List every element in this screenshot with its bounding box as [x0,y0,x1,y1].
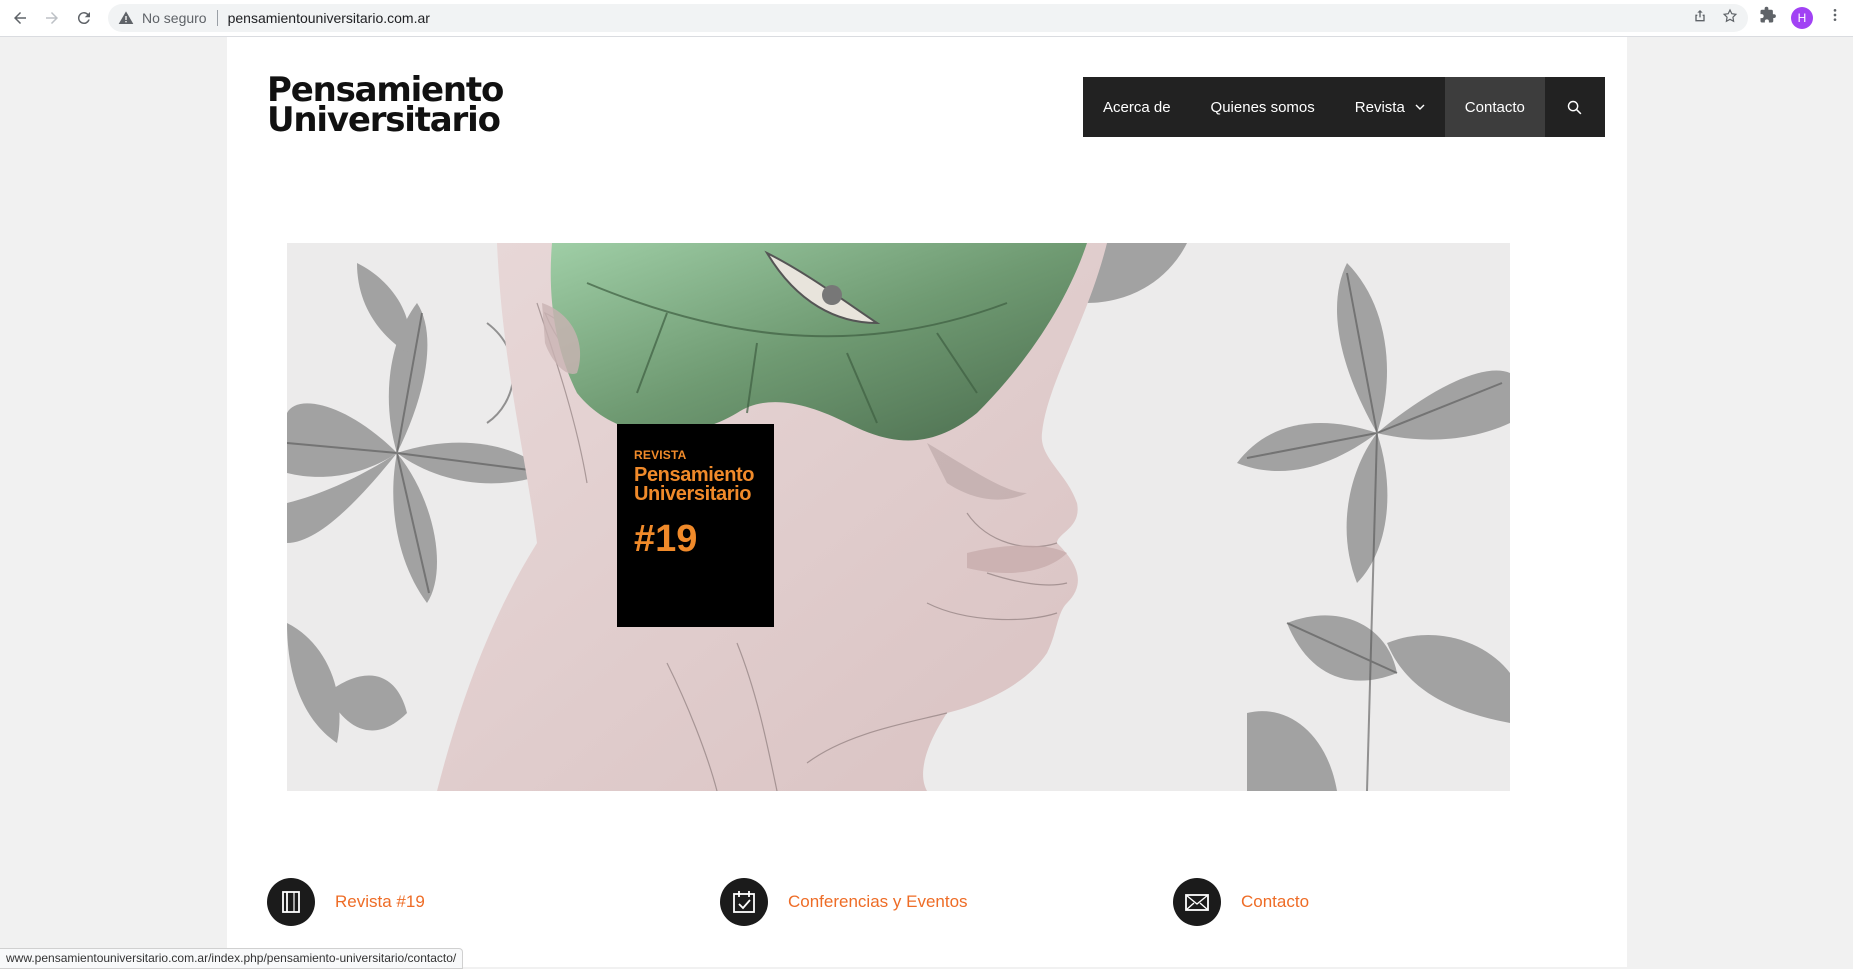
chevron-down-icon [1415,104,1425,110]
browser-toolbar: No seguro pensamientouniversitario.com.a… [0,0,1853,37]
hero-image[interactable]: REVISTA Pensamiento Universitario #19 [287,243,1510,791]
magazine-cover[interactable]: REVISTA Pensamiento Universitario #19 [617,424,774,627]
nav-item-quienes-somos[interactable]: Quienes somos [1191,77,1335,137]
browser-menu-icon[interactable] [1827,6,1843,29]
status-url-bar: www.pensamientouniversitario.com.ar/inde… [0,948,464,969]
nav-search-button[interactable] [1545,77,1605,137]
search-icon [1568,100,1582,114]
nav-item-label: Contacto [1464,98,1525,116]
nav-item-contacto[interactable]: Contacto [1444,77,1545,137]
book-icon[interactable] [267,878,315,926]
omnibox-divider [216,10,218,26]
feature-label[interactable]: Conferencias y Eventos [788,892,968,912]
feature-revista[interactable]: Revista #19 [267,878,425,926]
calendar-check-icon[interactable] [720,878,768,926]
feature-label[interactable]: Contacto [1241,892,1309,912]
extensions-icon[interactable] [1759,6,1777,29]
profile-avatar[interactable]: H [1791,6,1813,29]
nav-item-label: Revista [1354,98,1405,116]
feature-links: Revista #19 Conferencias y Eventos Conta… [267,878,1587,930]
feature-conferencias[interactable]: Conferencias y Eventos [720,878,968,926]
nav-item-acerca-de[interactable]: Acerca de [1083,77,1191,137]
cover-kicker: REVISTA [634,448,687,462]
nav-item-revista[interactable]: Revista [1335,77,1445,137]
nav-item-label: Acerca de [1103,98,1171,116]
main-navigation: Acerca de Quienes somos Revista Contacto [1083,77,1605,137]
warning-icon[interactable] [118,10,134,26]
bookmark-star-icon[interactable] [1722,8,1738,29]
page-container: Pensamiento Universitario Acerca de Quie… [227,37,1627,967]
cover-title: Pensamiento Universitario [634,465,774,505]
address-bar[interactable]: No seguro pensamientouniversitario.com.a… [108,4,1748,32]
security-label[interactable]: No seguro [142,10,207,26]
feature-label[interactable]: Revista #19 [335,892,425,912]
feature-contacto[interactable]: Contacto [1173,878,1309,926]
envelope-icon[interactable] [1173,878,1221,926]
url-text[interactable]: pensamientouniversitario.com.ar [228,10,430,26]
share-icon[interactable] [1692,8,1708,29]
back-icon[interactable] [6,4,34,32]
forward-icon[interactable] [38,4,66,32]
nav-item-label: Quienes somos [1210,98,1315,116]
cover-title-line-2: Universitario [634,483,752,505]
hero-illustration [287,243,1510,791]
logo-line-2[interactable]: Universitario [267,103,503,137]
cover-issue-number: #19 [634,518,698,560]
site-logo[interactable]: Pensamiento Universitario [267,73,504,137]
reload-icon[interactable] [70,4,98,32]
